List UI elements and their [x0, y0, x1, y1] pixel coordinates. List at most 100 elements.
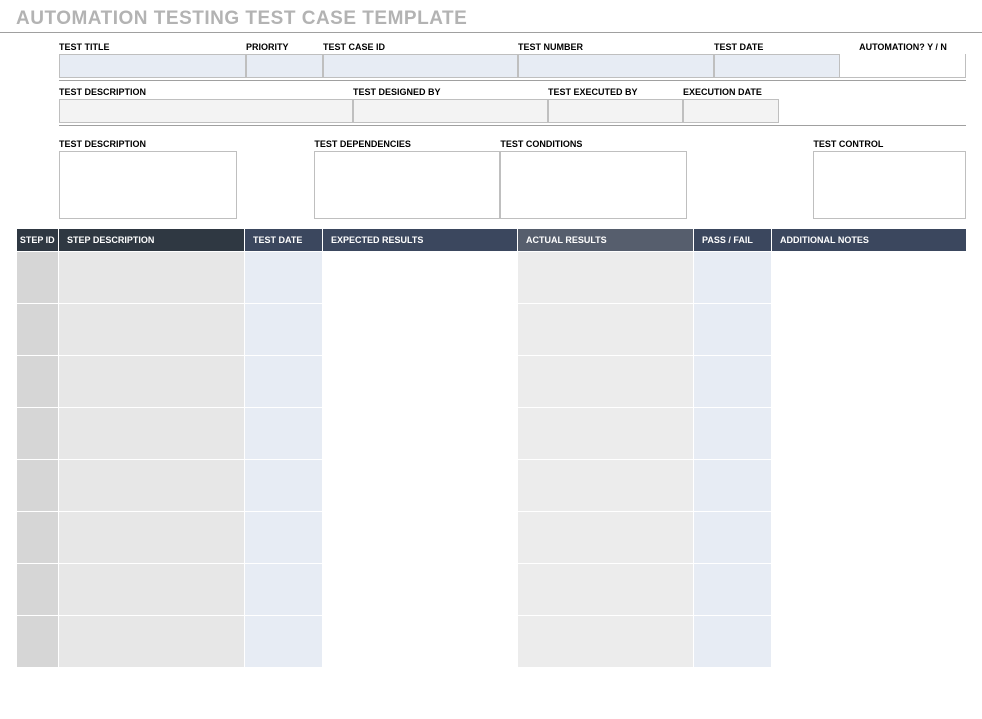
label-test-description: TEST DESCRIPTION [59, 84, 353, 99]
cell-pass-fail[interactable] [694, 512, 772, 564]
cell-step-description[interactable] [59, 252, 245, 304]
cell-test-date[interactable] [245, 564, 323, 616]
cell-expected-results[interactable] [323, 304, 518, 356]
cell-pass-fail[interactable] [694, 616, 772, 668]
cell-step-id[interactable] [17, 564, 59, 616]
input-test-date[interactable] [714, 54, 840, 78]
page-title: AUTOMATION TESTING TEST CASE TEMPLATE [0, 0, 982, 33]
cell-expected-results[interactable] [323, 408, 518, 460]
cell-step-description[interactable] [59, 564, 245, 616]
cell-actual-results[interactable] [518, 460, 694, 512]
cell-step-description[interactable] [59, 304, 245, 356]
cell-actual-results[interactable] [518, 304, 694, 356]
cell-step-id[interactable] [17, 356, 59, 408]
cell-step-id[interactable] [17, 460, 59, 512]
cell-additional-notes[interactable] [772, 564, 966, 616]
cell-pass-fail[interactable] [694, 304, 772, 356]
cell-expected-results[interactable] [323, 564, 518, 616]
cell-step-description[interactable] [59, 356, 245, 408]
cell-step-id[interactable] [17, 512, 59, 564]
header-pass-fail: PASS / FAIL [694, 229, 772, 252]
label-test-executed-by: TEST EXECUTED BY [548, 84, 683, 99]
label-test-title: TEST TITLE [59, 39, 246, 54]
input-test-dependencies[interactable] [314, 151, 500, 219]
label-test-dependencies: TEST DEPENDENCIES [314, 136, 500, 151]
cell-actual-results[interactable] [518, 252, 694, 304]
cell-test-date[interactable] [245, 512, 323, 564]
table-row [17, 564, 966, 616]
cell-additional-notes[interactable] [772, 460, 966, 512]
input-test-description[interactable] [59, 99, 353, 123]
cell-pass-fail[interactable] [694, 356, 772, 408]
label-priority: PRIORITY [246, 39, 323, 54]
cell-additional-notes[interactable] [772, 252, 966, 304]
input-test-number[interactable] [518, 54, 714, 78]
cell-additional-notes[interactable] [772, 304, 966, 356]
input-priority[interactable] [246, 54, 323, 78]
input-automation[interactable] [840, 54, 966, 78]
cell-pass-fail[interactable] [694, 408, 772, 460]
cell-test-date[interactable] [245, 616, 323, 668]
cell-step-description[interactable] [59, 460, 245, 512]
input-test-control[interactable] [813, 151, 966, 219]
table-row [17, 460, 966, 512]
meta-row-2: TEST DESCRIPTION TEST DESIGNED BY TEST E… [59, 84, 966, 126]
input-test-title[interactable] [59, 54, 246, 78]
cell-step-id[interactable] [17, 408, 59, 460]
steps-header-row: STEP ID STEP DESCRIPTION TEST DATE EXPEC… [17, 229, 966, 252]
table-row [17, 512, 966, 564]
header-test-date: TEST DATE [245, 229, 323, 252]
cell-actual-results[interactable] [518, 564, 694, 616]
cell-additional-notes[interactable] [772, 512, 966, 564]
cell-test-date[interactable] [245, 356, 323, 408]
table-row [17, 356, 966, 408]
cell-pass-fail[interactable] [694, 252, 772, 304]
cell-actual-results[interactable] [518, 616, 694, 668]
input-test-case-id[interactable] [323, 54, 518, 78]
cell-actual-results[interactable] [518, 356, 694, 408]
table-row [17, 408, 966, 460]
meta-row-3: TEST DESCRIPTION TEST DEPENDENCIES TEST … [59, 136, 966, 219]
cell-test-date[interactable] [245, 460, 323, 512]
label-execution-date: EXECUTION DATE [683, 84, 779, 99]
label-test-case-id: TEST CASE ID [323, 39, 518, 54]
cell-expected-results[interactable] [323, 512, 518, 564]
header-additional-notes: ADDITIONAL NOTES [772, 229, 966, 252]
header-actual-results: ACTUAL RESULTS [518, 229, 694, 252]
label-test-description-box: TEST DESCRIPTION [59, 136, 237, 151]
input-test-executed-by[interactable] [548, 99, 683, 123]
table-row [17, 304, 966, 356]
cell-pass-fail[interactable] [694, 564, 772, 616]
cell-additional-notes[interactable] [772, 408, 966, 460]
cell-step-id[interactable] [17, 304, 59, 356]
label-test-designed-by: TEST DESIGNED BY [353, 84, 548, 99]
input-test-designed-by[interactable] [353, 99, 548, 123]
label-test-date: TEST DATE [714, 39, 840, 54]
cell-step-description[interactable] [59, 408, 245, 460]
cell-test-date[interactable] [245, 252, 323, 304]
input-execution-date[interactable] [683, 99, 779, 123]
cell-step-description[interactable] [59, 616, 245, 668]
label-test-number: TEST NUMBER [518, 39, 714, 54]
cell-additional-notes[interactable] [772, 616, 966, 668]
cell-actual-results[interactable] [518, 408, 694, 460]
cell-expected-results[interactable] [323, 252, 518, 304]
cell-actual-results[interactable] [518, 512, 694, 564]
cell-test-date[interactable] [245, 304, 323, 356]
cell-expected-results[interactable] [323, 356, 518, 408]
cell-expected-results[interactable] [323, 616, 518, 668]
cell-test-date[interactable] [245, 408, 323, 460]
header-step-id: STEP ID [17, 229, 59, 252]
cell-expected-results[interactable] [323, 460, 518, 512]
cell-step-description[interactable] [59, 512, 245, 564]
label-test-control: TEST CONTROL [813, 136, 966, 151]
label-automation: AUTOMATION? Y / N [840, 39, 966, 54]
table-row [17, 616, 966, 668]
cell-pass-fail[interactable] [694, 460, 772, 512]
cell-additional-notes[interactable] [772, 356, 966, 408]
cell-step-id[interactable] [17, 252, 59, 304]
input-test-description-box[interactable] [59, 151, 237, 219]
cell-step-id[interactable] [17, 616, 59, 668]
input-test-conditions[interactable] [500, 151, 687, 219]
table-row [17, 252, 966, 304]
